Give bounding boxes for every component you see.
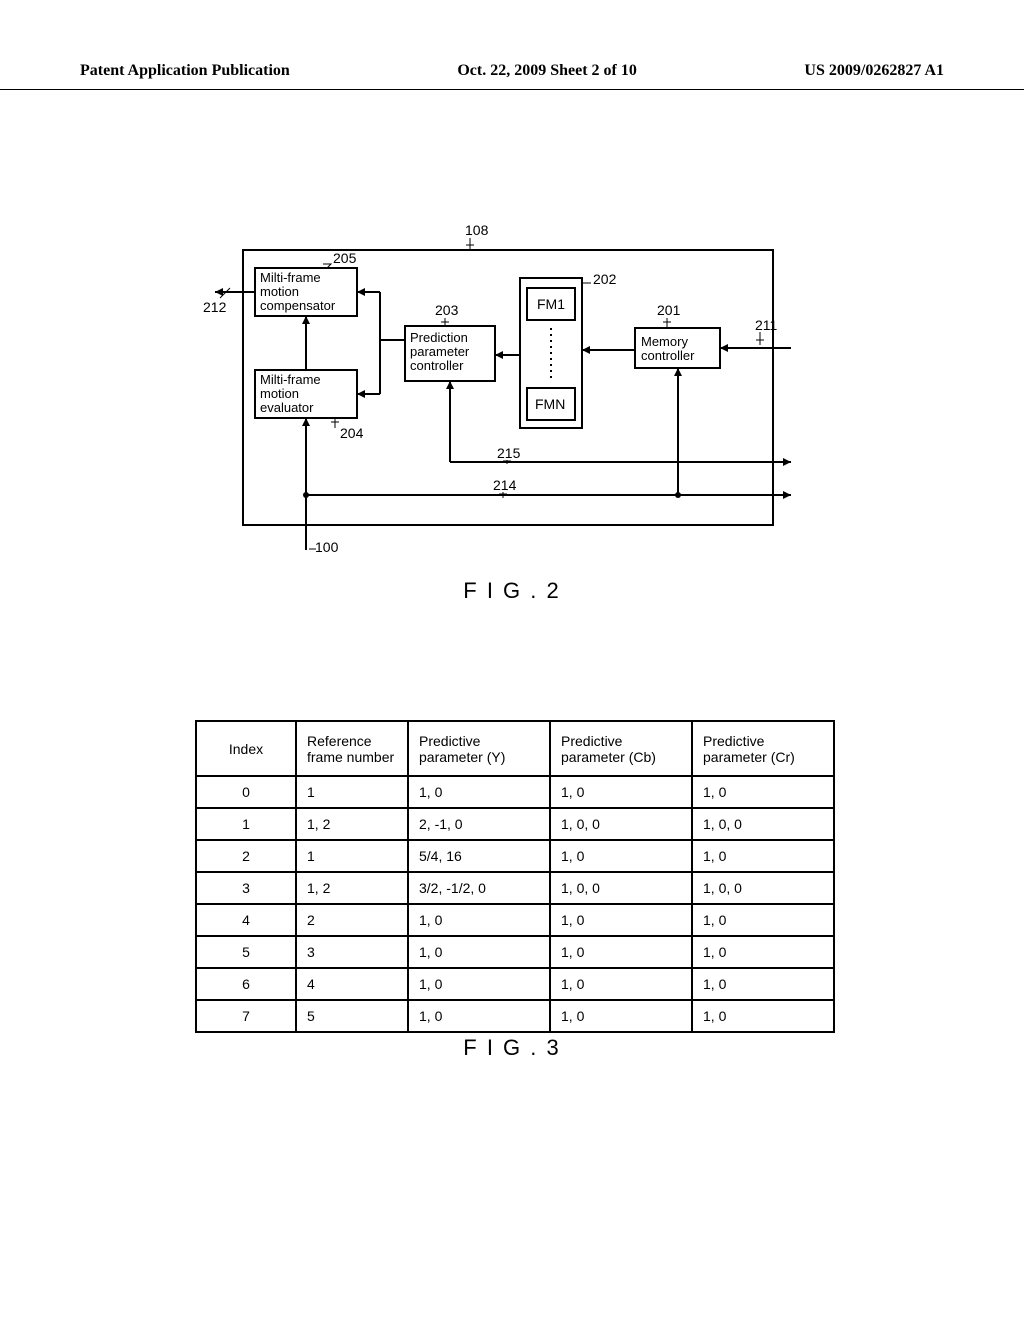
table-row: 6 4 1, 0 1, 0 1, 0 bbox=[196, 968, 834, 1000]
svg-text:motion: motion bbox=[260, 284, 299, 299]
figure-2-diagram: 108 Milti-frame motion compensator 205 2… bbox=[195, 220, 795, 570]
label-205: 205 bbox=[333, 250, 357, 266]
table-row: 5 3 1, 0 1, 0 1, 0 bbox=[196, 936, 834, 968]
compensator-text1: Milti-frame bbox=[260, 270, 321, 285]
svg-text:parameter: parameter bbox=[410, 344, 470, 359]
svg-text:motion: motion bbox=[260, 386, 299, 401]
figure-3-table: Index Reference frame number Predictive … bbox=[195, 720, 835, 1033]
svg-text:evaluator: evaluator bbox=[260, 400, 314, 415]
fm1-label: FM1 bbox=[537, 296, 565, 312]
page-header: Patent Application Publication Oct. 22, … bbox=[0, 62, 1024, 90]
table-row: 7 5 1, 0 1, 0 1, 0 bbox=[196, 1000, 834, 1032]
label-202: 202 bbox=[593, 271, 617, 287]
svg-text:controller: controller bbox=[641, 348, 695, 363]
svg-text:Milti-frame: Milti-frame bbox=[260, 372, 321, 387]
header-param-cb: Predictive parameter (Cb) bbox=[550, 721, 692, 776]
label-204: 204 bbox=[340, 425, 364, 441]
table-row: 2 1 5/4, 16 1, 0 1, 0 bbox=[196, 840, 834, 872]
label-212: 212 bbox=[203, 299, 227, 315]
label-211: 211 bbox=[755, 317, 778, 333]
figure-3-caption: F I G . 3 bbox=[0, 1035, 1024, 1061]
table-row: 0 1 1, 0 1, 0 1, 0 bbox=[196, 776, 834, 808]
svg-text:Memory: Memory bbox=[641, 334, 688, 349]
header-index: Index bbox=[196, 721, 296, 776]
header-reference: Reference frame number bbox=[296, 721, 408, 776]
label-214: 214 bbox=[493, 477, 517, 493]
header-left: Patent Application Publication bbox=[80, 62, 290, 89]
label-215: 215 bbox=[497, 445, 521, 461]
table-header-row: Index Reference frame number Predictive … bbox=[196, 721, 834, 776]
table-row: 4 2 1, 0 1, 0 1, 0 bbox=[196, 904, 834, 936]
label-100: 100 bbox=[315, 539, 339, 555]
svg-text:Prediction: Prediction bbox=[410, 330, 468, 345]
svg-text:compensator: compensator bbox=[260, 298, 336, 313]
svg-text:controller: controller bbox=[410, 358, 464, 373]
label-108: 108 bbox=[465, 222, 489, 238]
header-param-y: Predictive parameter (Y) bbox=[408, 721, 550, 776]
table-row: 1 1, 2 2, -1, 0 1, 0, 0 1, 0, 0 bbox=[196, 808, 834, 840]
label-201: 201 bbox=[657, 302, 681, 318]
table-row: 3 1, 2 3/2, -1/2, 0 1, 0, 0 1, 0, 0 bbox=[196, 872, 834, 904]
header-param-cr: Predictive parameter (Cr) bbox=[692, 721, 834, 776]
header-center: Oct. 22, 2009 Sheet 2 of 10 bbox=[457, 62, 637, 89]
label-203: 203 bbox=[435, 302, 459, 318]
header-right: US 2009/0262827 A1 bbox=[804, 62, 944, 89]
figure-2-caption: F I G . 2 bbox=[0, 578, 1024, 604]
fmn-label: FMN bbox=[535, 396, 565, 412]
